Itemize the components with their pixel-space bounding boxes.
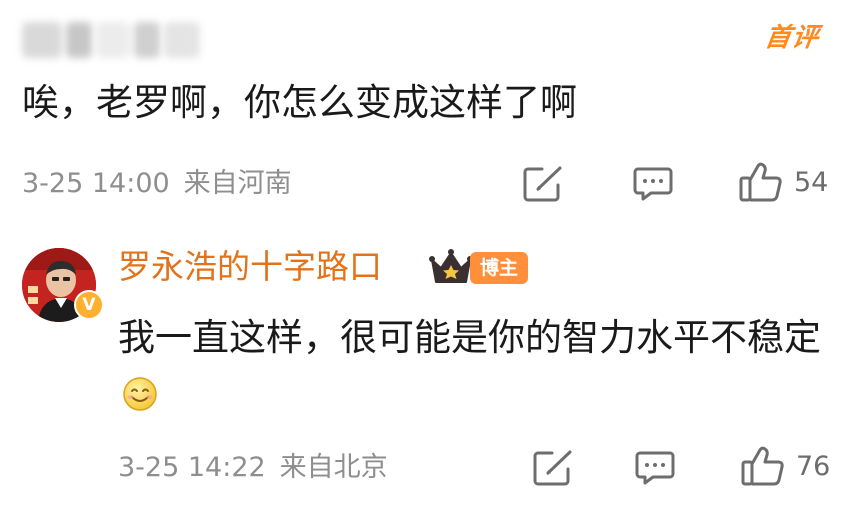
comment-thread: 首评 唉，老罗啊，你怎么变成这样了啊 3-25 14:00 来自河南 54 V … [0,0,862,510]
first-comment-badge: 首评 [762,23,822,53]
reply-comment-button[interactable] [632,164,674,204]
blogger-badge: 博主 [470,252,528,284]
reply-like-button[interactable]: 76 [740,446,830,486]
thumbs-up-icon [740,445,786,487]
comment-icon [634,449,676,487]
reply-time: 3-25 14:22 [118,452,266,483]
share-icon [522,165,564,203]
comment-location: 来自河南 [183,168,292,199]
reply-share-button[interactable] [532,448,574,488]
author-name[interactable]: 罗永浩的十字路口 [118,244,382,290]
comment-icon [632,165,674,203]
reply-like-count: 76 [796,450,831,482]
share-icon [532,449,574,487]
verified-badge: V [74,290,104,320]
thumbs-up-icon [738,161,784,203]
share-button[interactable] [522,164,564,204]
like-button[interactable]: 54 [738,162,828,202]
comment-meta: 3-25 14:00 来自河南 [22,164,292,204]
blurred-username [22,22,200,58]
reply-text-content: 我一直这样，很可能是你的智力水平不稳定 [118,316,821,359]
smile-emoji [122,372,158,428]
reply-text: 我一直这样，很可能是你的智力水平不稳定 [118,310,838,428]
comment-text: 唉，老罗啊，你怎么变成这样了啊 [22,81,577,124]
reply-comment-button-2[interactable] [634,448,676,488]
like-count: 54 [794,166,829,198]
crown-icon [428,248,474,288]
comment-time: 3-25 14:00 [22,168,170,199]
reply-location: 来自北京 [279,452,388,483]
reply-meta: 3-25 14:22 来自北京 [118,448,388,488]
